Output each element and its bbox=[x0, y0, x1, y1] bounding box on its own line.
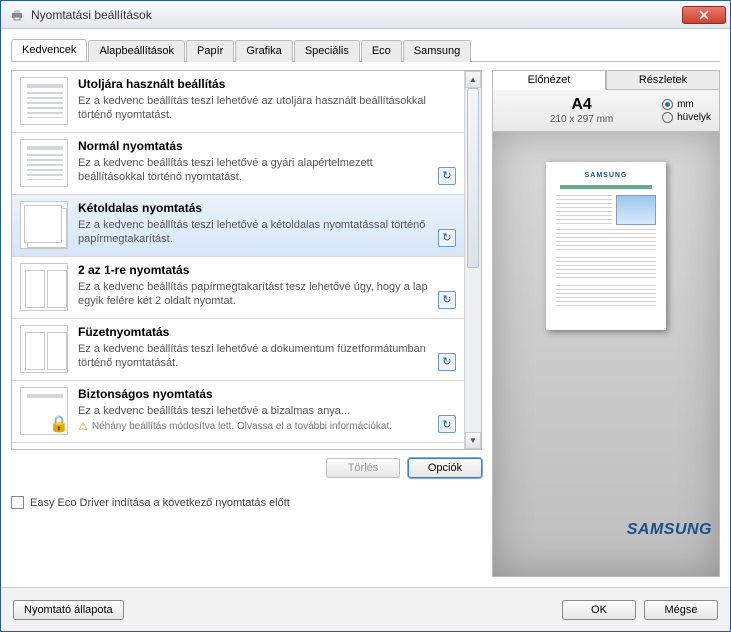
delete-button[interactable]: Törlés bbox=[326, 458, 400, 478]
content-area: Kedvencek Alapbeállítások Papír Grafika … bbox=[1, 29, 730, 587]
favorite-desc: Ez a kedvenc beállítás teszi lehetővé a … bbox=[78, 218, 456, 247]
print-settings-window: Nyomtatási beállítások Kedvencek Alapbeá… bbox=[0, 0, 731, 632]
favorite-text: Biztonságos nyomtatás Ez a kedvenc beáll… bbox=[78, 387, 456, 433]
tab-grafika[interactable]: Grafika bbox=[235, 40, 292, 62]
favorite-desc: Ez a kedvenc beállítás teszi lehetővé az… bbox=[78, 94, 456, 123]
warning-text: Néhány beállítás módosítva lett. Olvassa… bbox=[92, 421, 392, 432]
favorite-title: Füzetnyomtatás bbox=[78, 325, 456, 339]
favorites-container: Utoljára használt beállítás Ez a kedvenc… bbox=[11, 70, 482, 450]
eco-label: Easy Eco Driver indítása a következő nyo… bbox=[30, 497, 290, 509]
window-title: Nyomtatási beállítások bbox=[31, 8, 682, 22]
tab-samsung[interactable]: Samsung bbox=[403, 40, 471, 62]
favorite-desc: Ez a kedvenc beállítás teszi lehetővé a … bbox=[78, 404, 456, 418]
favorite-title: Kétoldalas nyomtatás bbox=[78, 201, 456, 215]
favorite-apply-icon[interactable]: ↻ bbox=[438, 229, 456, 247]
preview-tabs: Előnézet Részletek bbox=[492, 70, 720, 90]
right-panel: Előnézet Részletek A4 210 x 297 mm mm bbox=[492, 70, 720, 577]
paper-name: A4 bbox=[501, 96, 662, 114]
close-button[interactable] bbox=[682, 6, 726, 24]
bottom-bar: Nyomtató állapota OK Mégse bbox=[1, 587, 730, 631]
options-button[interactable]: Opciók bbox=[408, 458, 482, 478]
left-panel: Utoljára használt beállítás Ez a kedvenc… bbox=[11, 70, 482, 577]
favorite-apply-icon[interactable]: ↻ bbox=[438, 415, 456, 433]
main-tabs: Kedvencek Alapbeállítások Papír Grafika … bbox=[11, 39, 720, 62]
favorite-thumb-icon bbox=[20, 263, 68, 311]
page-preview: SAMSUNG bbox=[546, 162, 666, 330]
scrollbar[interactable]: ▲ ▼ bbox=[464, 71, 481, 449]
radio-inch[interactable] bbox=[662, 112, 673, 123]
preview-image-icon bbox=[616, 195, 656, 225]
preview-tab-preview[interactable]: Előnézet bbox=[492, 70, 606, 90]
paper-size: A4 210 x 297 mm bbox=[501, 96, 662, 125]
tab-specialis[interactable]: Speciális bbox=[294, 40, 360, 62]
eco-driver-row: Easy Eco Driver indítása a következő nyo… bbox=[11, 496, 482, 509]
favorite-apply-icon[interactable]: ↻ bbox=[438, 353, 456, 371]
unit-mm-row[interactable]: mm bbox=[662, 99, 711, 110]
favorite-title: 2 az 1-re nyomtatás bbox=[78, 263, 456, 277]
preview-lines bbox=[556, 195, 612, 225]
unit-inch-label: hüvelyk bbox=[677, 112, 711, 123]
favorite-text: 2 az 1-re nyomtatás Ez a kedvenc beállít… bbox=[78, 263, 456, 309]
favorite-desc: Ez a kedvenc beállítás papírmegtakarítás… bbox=[78, 280, 456, 309]
preview-title-bar bbox=[560, 185, 652, 189]
favorite-apply-icon[interactable]: ↻ bbox=[438, 291, 456, 309]
tab-eco[interactable]: Eco bbox=[361, 40, 402, 62]
unit-mm-label: mm bbox=[677, 99, 694, 110]
scroll-thumb[interactable] bbox=[467, 88, 479, 268]
cancel-button[interactable]: Mégse bbox=[644, 600, 718, 620]
preview-tab-details[interactable]: Részletek bbox=[606, 70, 720, 90]
preview-paragraph bbox=[556, 285, 656, 309]
preview-block bbox=[556, 195, 656, 225]
preview-pane: SAMSUNG bbox=[492, 132, 720, 577]
radio-mm[interactable] bbox=[662, 99, 673, 110]
unit-inch-row[interactable]: hüvelyk bbox=[662, 112, 711, 123]
tab-papir[interactable]: Papír bbox=[186, 40, 234, 62]
favorite-title: Normál nyomtatás bbox=[78, 139, 456, 153]
favorite-text: Normál nyomtatás Ez a kedvenc beállítás … bbox=[78, 139, 456, 185]
favorite-thumb-icon bbox=[20, 139, 68, 187]
paper-dim: 210 x 297 mm bbox=[501, 114, 662, 125]
preview-logo: SAMSUNG bbox=[556, 172, 656, 179]
favorite-text: Utoljára használt beállítás Ez a kedvenc… bbox=[78, 77, 456, 123]
favorite-item[interactable]: Normál nyomtatás Ez a kedvenc beállítás … bbox=[12, 133, 464, 195]
warning-icon: ⚠ bbox=[78, 420, 88, 433]
paper-info: A4 210 x 297 mm mm hüvelyk bbox=[492, 90, 720, 132]
favorite-thumb-icon bbox=[20, 325, 68, 373]
scroll-down-button[interactable]: ▼ bbox=[465, 432, 481, 449]
preview-paragraph bbox=[556, 257, 656, 281]
titlebar: Nyomtatási beállítások bbox=[1, 1, 730, 29]
favorite-desc: Ez a kedvenc beállítás teszi lehetővé a … bbox=[78, 156, 456, 185]
favorite-thumb-icon bbox=[20, 201, 68, 249]
ok-button[interactable]: OK bbox=[562, 600, 636, 620]
eco-checkbox[interactable] bbox=[11, 496, 24, 509]
scroll-up-button[interactable]: ▲ bbox=[465, 71, 481, 88]
favorite-item[interactable]: 2 az 1-re nyomtatás Ez a kedvenc beállít… bbox=[12, 257, 464, 319]
favorites-list: Utoljára használt beállítás Ez a kedvenc… bbox=[12, 71, 464, 449]
printer-icon bbox=[9, 7, 25, 23]
favorite-apply-icon[interactable]: ↻ bbox=[438, 167, 456, 185]
favorite-item[interactable]: Biztonságos nyomtatás Ez a kedvenc beáll… bbox=[12, 381, 464, 443]
main-area: Utoljára használt beállítás Ez a kedvenc… bbox=[11, 70, 720, 577]
favorite-title: Utoljára használt beállítás bbox=[78, 77, 456, 91]
favorite-text: Kétoldalas nyomtatás Ez a kedvenc beállí… bbox=[78, 201, 456, 247]
samsung-logo-text: SAMSUNG bbox=[627, 521, 712, 538]
favorite-item[interactable]: Füzetnyomtatás Ez a kedvenc beállítás te… bbox=[12, 319, 464, 381]
favorite-thumb-icon bbox=[20, 387, 68, 435]
favorite-item[interactable]: Kétoldalas nyomtatás Ez a kedvenc beállí… bbox=[12, 195, 464, 257]
favorite-desc: Ez a kedvenc beállítás teszi lehetővé a … bbox=[78, 342, 456, 371]
brand-logo: SAMSUNG bbox=[627, 521, 712, 539]
unit-column: mm hüvelyk bbox=[662, 99, 711, 123]
favorite-item[interactable]: Utoljára használt beállítás Ez a kedvenc… bbox=[12, 71, 464, 133]
favorite-text: Füzetnyomtatás Ez a kedvenc beállítás te… bbox=[78, 325, 456, 371]
printer-status-button[interactable]: Nyomtató állapota bbox=[13, 600, 124, 620]
favorite-title: Biztonságos nyomtatás bbox=[78, 387, 456, 401]
tab-alapbeallitasok[interactable]: Alapbeállítások bbox=[88, 40, 185, 62]
tab-kedvencek[interactable]: Kedvencek bbox=[11, 39, 87, 61]
favorite-thumb-icon bbox=[20, 77, 68, 125]
favorite-warning: ⚠ Néhány beállítás módosítva lett. Olvas… bbox=[78, 420, 456, 433]
preview-paragraph bbox=[556, 229, 656, 253]
favorite-buttons: Törlés Opciók bbox=[11, 458, 482, 478]
scroll-track[interactable] bbox=[465, 88, 481, 432]
